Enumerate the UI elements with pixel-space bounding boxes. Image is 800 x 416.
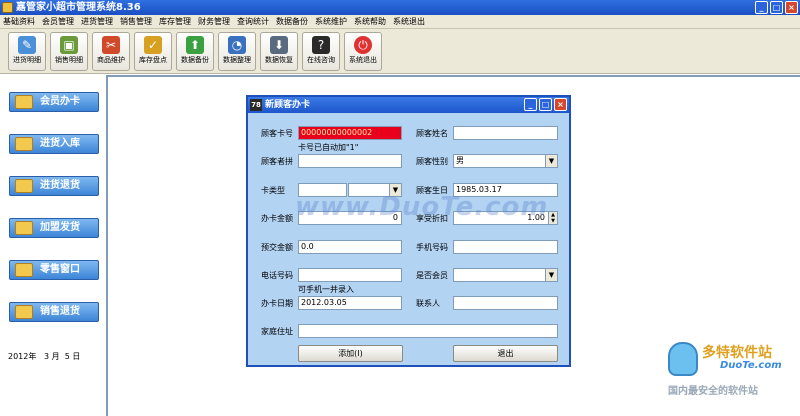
clipboard-icon: ✓ [144, 36, 162, 54]
dialog-title: 新顾客办卡 [265, 100, 311, 110]
toolbar-sales-detail-button[interactable]: ▣ 销售明细 [50, 32, 88, 71]
card-no-input[interactable]: 00000000000002 [298, 126, 402, 140]
toolbar-stock-check-button[interactable]: ✓ 库存盘点 [134, 32, 172, 71]
sidebar-purchase-in-button[interactable]: 进货入库 [9, 134, 99, 154]
open-date-input[interactable]: 2012.03.05 [298, 296, 402, 310]
name-input[interactable] [453, 126, 558, 140]
phone-input[interactable] [298, 268, 402, 282]
corner-watermark-title: 多特软件站 [702, 345, 772, 361]
restore-icon: ⬇ [270, 36, 288, 54]
purchase-return-icon [15, 179, 33, 193]
open-date-label: 办卡日期 [261, 299, 293, 308]
corner-watermark-url: DuoTe.com [720, 360, 782, 371]
address-label: 家庭住址 [261, 327, 293, 336]
sidebar-member-card-button[interactable]: 会员办卡 [9, 92, 99, 112]
menu-stock[interactable]: 库存管理 [159, 15, 191, 28]
card-no-hint: 卡号已自动加"1" [298, 143, 359, 152]
toolbar-exit-button[interactable]: ⏻ 系统退出 [344, 32, 382, 71]
name-label: 顾客姓名 [416, 129, 448, 138]
toolbar-purchase-detail-button[interactable]: ✎ 进货明细 [8, 32, 46, 71]
mobile-label: 手机号码 [416, 243, 448, 252]
menu-help[interactable]: 系统帮助 [354, 15, 386, 28]
mobile-input[interactable] [453, 240, 558, 254]
retail-window-icon [15, 263, 33, 277]
franchise-ship-icon [15, 221, 33, 235]
member-label: 是否会员 [416, 271, 448, 280]
current-date: 2012年 3 月 5 日 [8, 352, 81, 361]
spinner-icon[interactable]: ▲ ▼ [548, 212, 557, 224]
dialog-icon: 78 [250, 99, 262, 111]
sidebar-purchase-return-button[interactable]: 进货退货 [9, 176, 99, 196]
menu-maintenance[interactable]: 系统维护 [315, 15, 347, 28]
maximize-button[interactable]: □ [770, 1, 783, 14]
contact-label: 联系人 [416, 299, 440, 308]
chart-icon: ◔ [228, 36, 246, 54]
sidebar: 会员办卡 进货入库 进货退货 加盟发货 零售窗口 销售退货 2012年 3 月 … [0, 75, 102, 416]
card-type-label: 卡类型 [261, 186, 285, 195]
pinyin-label: 顾客者拼 [261, 157, 293, 166]
power-icon: ⏻ [354, 36, 372, 54]
mascot-icon [668, 342, 698, 376]
address-input[interactable] [298, 324, 558, 338]
brush-icon: ✎ [18, 36, 36, 54]
fee-label: 办卡金额 [261, 214, 293, 223]
app-title: 嘉管家小超市管理系统8.36 [16, 2, 141, 13]
gender-label: 顾客性别 [416, 157, 448, 166]
toolbar-data-restore-button[interactable]: ⬇ 数据恢复 [260, 32, 298, 71]
prepay-input[interactable]: 0.0 [298, 240, 402, 254]
member-card-icon [15, 95, 33, 109]
member-select[interactable]: ▼ [453, 268, 558, 282]
dialog-minimize-button[interactable]: _ [524, 98, 537, 111]
toolbar: ✎ 进货明细 ▣ 销售明细 ✂ 商品维护 ✓ 库存盘点 ⬆ 数据备份 ◔ 数据整… [0, 29, 800, 74]
sales-return-icon [15, 305, 33, 319]
corner-watermark-subtitle: 国内最安全的软件站 [668, 386, 758, 397]
sidebar-sales-return-button[interactable]: 销售退货 [9, 302, 99, 322]
app-icon [2, 2, 13, 13]
box-icon: ▣ [60, 36, 78, 54]
pinyin-input[interactable] [298, 154, 402, 168]
toolbar-goods-maintain-button[interactable]: ✂ 商品维护 [92, 32, 130, 71]
window-controls: _ □ × [755, 1, 798, 14]
dialog-title-bar: 78 新顾客办卡 _ □ × [248, 97, 569, 113]
menu-sales[interactable]: 销售管理 [120, 15, 152, 28]
chevron-down-icon[interactable]: ▼ [545, 155, 557, 167]
menu-finance[interactable]: 财务管理 [198, 15, 230, 28]
contact-input[interactable] [453, 296, 558, 310]
menu-exit[interactable]: 系统退出 [393, 15, 425, 28]
add-button[interactable]: 添加(I) [298, 345, 403, 362]
help-icon: ? [312, 36, 330, 54]
dialog-close-button[interactable]: × [554, 98, 567, 111]
backup-icon: ⬆ [186, 36, 204, 54]
prepay-label: 预交金额 [261, 243, 293, 252]
dialog-window-controls: _ □ × [524, 98, 567, 111]
dialog-maximize-button[interactable]: □ [539, 98, 552, 111]
minimize-button[interactable]: _ [755, 1, 768, 14]
phone-label: 电话号码 [261, 271, 293, 280]
new-customer-card-dialog: 78 新顾客办卡 _ □ × 顾客卡号 00000000000002 卡号已自动… [246, 95, 571, 367]
menu-member[interactable]: 会员管理 [42, 15, 74, 28]
menu-purchase[interactable]: 进货管理 [81, 15, 113, 28]
exit-button[interactable]: 退出 [453, 345, 558, 362]
corner-watermark-logo: 多特软件站 DuoTe.com 国内最安全的软件站 [666, 340, 798, 398]
center-watermark: www.DuoTe.com [295, 192, 549, 222]
app-title-bar: 嘉管家小超市管理系统8.36 _ □ × [0, 0, 800, 15]
gender-select[interactable]: 男 ▼ [453, 154, 558, 168]
menu-bar: 基础资料 会员管理 进货管理 销售管理 库存管理 财务管理 查询统计 数据备份 … [0, 15, 800, 29]
menu-query[interactable]: 查询统计 [237, 15, 269, 28]
toolbar-data-organize-button[interactable]: ◔ 数据整理 [218, 32, 256, 71]
tools-icon: ✂ [102, 36, 120, 54]
card-no-label: 顾客卡号 [261, 129, 293, 138]
chevron-down-icon[interactable]: ▼ [545, 269, 557, 281]
menu-backup[interactable]: 数据备份 [276, 15, 308, 28]
close-button[interactable]: × [785, 1, 798, 14]
purchase-in-icon [15, 137, 33, 151]
toolbar-data-backup-button[interactable]: ⬆ 数据备份 [176, 32, 214, 71]
phone-hint: 可手机一并录入 [298, 285, 354, 294]
menu-basic-data[interactable]: 基础资料 [3, 15, 35, 28]
sidebar-franchise-ship-button[interactable]: 加盟发货 [9, 218, 99, 238]
sidebar-retail-window-button[interactable]: 零售窗口 [9, 260, 99, 280]
toolbar-online-help-button[interactable]: ? 在线咨询 [302, 32, 340, 71]
